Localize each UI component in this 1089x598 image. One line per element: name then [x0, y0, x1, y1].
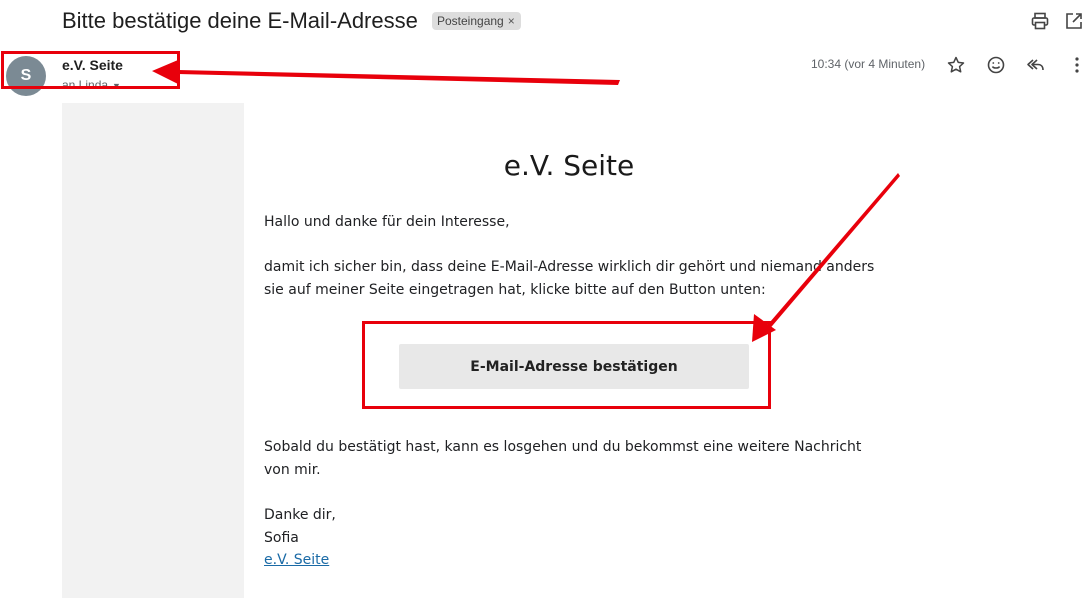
annotation-arrow-sender — [178, 70, 620, 85]
remove-label-icon[interactable]: × — [508, 14, 515, 28]
emoji-icon[interactable] — [986, 55, 1006, 75]
email-after-text: Sobald du bestätigt hast, kann es losgeh… — [264, 436, 889, 481]
reply-all-icon[interactable] — [1026, 55, 1046, 75]
email-signature-name: Sofia — [264, 529, 299, 546]
label-chip-inbox[interactable]: Posteingang × — [432, 12, 521, 30]
email-intro-line-2: sie auf meiner Seite eingetragen hat, kl… — [264, 281, 766, 298]
email-signature: Danke dir, Sofia e.V. Seite — [264, 504, 889, 572]
email-subject: Bitte bestätige deine E-Mail-Adresse — [62, 8, 418, 33]
annotation-box-button — [362, 321, 771, 409]
email-after-line-2: von mir. — [264, 461, 321, 478]
annotation-box-sender — [1, 51, 180, 89]
open-in-new-window-icon[interactable] — [1064, 11, 1084, 31]
email-brand-heading: e.V. Seite — [503, 149, 635, 182]
email-closing: Danke dir, — [264, 507, 336, 523]
print-icon[interactable] — [1030, 11, 1050, 31]
email-intro: damit ich sicher bin, dass deine E-Mail-… — [264, 256, 889, 301]
timestamp: 10:34 (vor 4 Minuten) — [811, 57, 926, 71]
star-icon[interactable] — [946, 55, 966, 75]
more-vertical-icon[interactable] — [1067, 55, 1087, 75]
email-greeting: Hallo und danke für dein Interesse, — [264, 214, 510, 230]
email-after-line-1: Sobald du bestätigt hast, kann es losgeh… — [264, 439, 862, 455]
signature-link[interactable]: e.V. Seite — [264, 552, 329, 568]
label-chip-text: Posteingang — [437, 14, 504, 28]
email-intro-line-1: damit ich sicher bin, dass deine E-Mail-… — [264, 259, 875, 275]
